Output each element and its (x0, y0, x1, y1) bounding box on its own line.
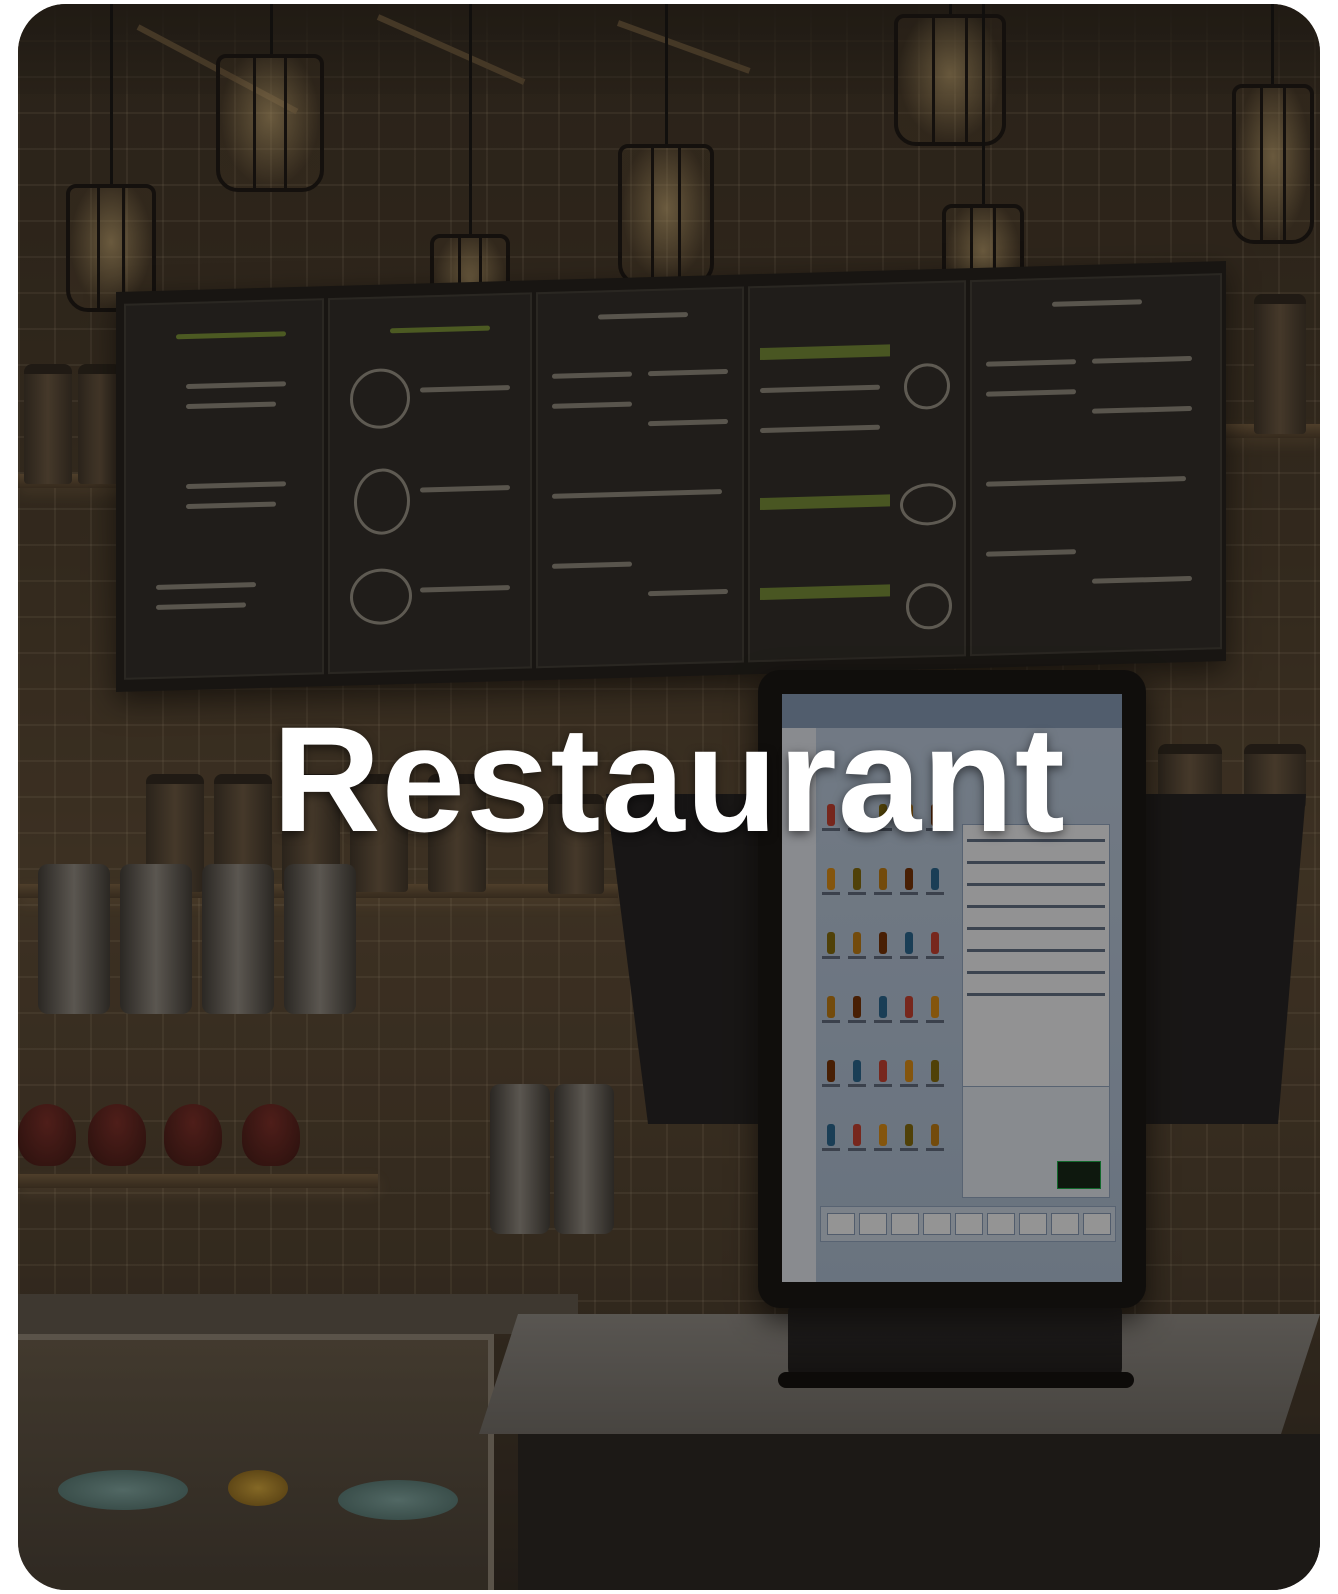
restaurant-card[interactable]: Restaurant (18, 4, 1320, 1590)
card-title: Restaurant (272, 695, 1066, 863)
